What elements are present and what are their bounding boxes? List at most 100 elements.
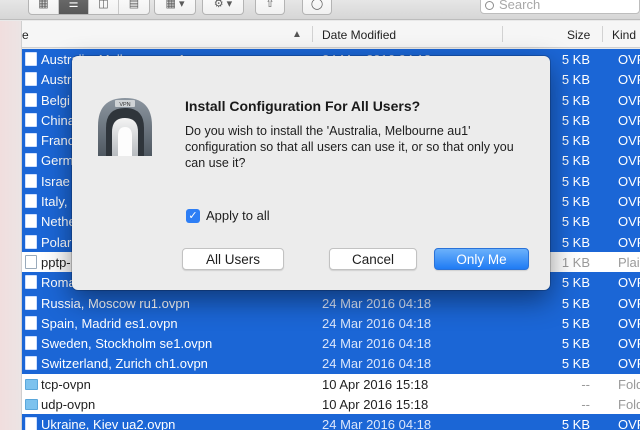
file-date: 24 Mar 2016 04:18 [322, 315, 432, 331]
column-header: e ▲ Date Modified Size Kind [22, 21, 640, 48]
folder-icon [25, 399, 38, 411]
file-row[interactable]: Switzerland, Zurich ch1.ovpn 24 Mar 2016 … [22, 353, 640, 374]
file-name: udp-ovpn [41, 397, 96, 413]
dialog-message: Do you wish to install the 'Australia, M… [185, 124, 514, 170]
file-size: 5 KB [561, 356, 590, 372]
file-kind: OVP [618, 194, 640, 210]
file-size: -- [581, 397, 590, 413]
file-name: Sweden, Stockholm se1.ovpn [41, 336, 213, 352]
document-icon [25, 336, 37, 351]
file-row[interactable]: Ukraine, Kiev ua2.ovpn 24 Mar 2016 04:18 5… [22, 414, 640, 430]
column-view-icon[interactable]: ◫ [89, 0, 119, 14]
sidebar-edge [0, 21, 22, 430]
column-divider [602, 26, 603, 42]
tags-button[interactable]: ◯ [302, 0, 332, 15]
action-gear-button[interactable]: ⚙ ▾ [202, 0, 244, 15]
file-kind: OVP [618, 173, 640, 189]
document-icon [25, 153, 37, 168]
document-icon [25, 112, 37, 127]
only-me-button[interactable]: Only Me [434, 248, 529, 270]
file-kind: OVP [618, 315, 640, 331]
file-kind: OVP [618, 214, 640, 230]
file-kind: OVP [618, 133, 640, 149]
file-name: tcp-ovpn [41, 376, 91, 392]
all-users-button[interactable]: All Users [182, 248, 284, 270]
document-icon [25, 52, 37, 66]
file-kind: OVP [618, 72, 640, 88]
cancel-button[interactable]: Cancel [329, 248, 417, 270]
share-icon: ⇧ [265, 0, 275, 10]
column-date-header[interactable]: Date Modified [322, 28, 396, 42]
search-icon [485, 1, 494, 10]
arrange-button[interactable]: ▦ ▾ [154, 0, 196, 15]
document-icon [25, 275, 37, 290]
view-mode-segmented-control[interactable]: ▦ ☰ ◫ ▤ [28, 0, 150, 15]
file-row[interactable]: Spain, Madrid es1.ovpn 24 Mar 2016 04:18 5… [22, 312, 640, 334]
file-row[interactable]: udp-ovpn 10 Apr 2016 15:18 -- Fold [22, 394, 640, 414]
document-icon [25, 214, 37, 229]
file-kind: OVP [618, 356, 640, 372]
gallery-view-icon[interactable]: ▤ [119, 0, 149, 14]
column-size-header[interactable]: Size [567, 28, 590, 42]
tag-icon: ◯ [310, 0, 324, 10]
file-kind: OVP [618, 153, 640, 169]
install-configuration-dialog: VPN Install Configuration For All Users?… [72, 56, 550, 290]
document-icon [25, 417, 37, 430]
file-name: Russia, Moscow ru1.ovpn [41, 295, 190, 311]
file-date: 10 Apr 2016 15:18 [322, 397, 429, 413]
column-name-header[interactable]: e [22, 28, 29, 42]
file-size: 5 KB [561, 417, 590, 430]
file-size: 5 KB [561, 295, 590, 311]
document-icon [25, 234, 37, 249]
column-divider [502, 26, 503, 42]
apply-to-all-label: Apply to all [206, 208, 270, 223]
file-size: -- [581, 376, 590, 392]
vpn-tunnel-icon: VPN [98, 98, 152, 156]
document-icon [25, 194, 37, 209]
document-icon [25, 72, 37, 87]
file-kind: OVP [618, 417, 640, 430]
file-kind: Fold [618, 397, 640, 413]
file-kind: OVP [618, 92, 640, 108]
search-field[interactable]: Search [480, 0, 640, 14]
file-name: Ukraine, Kiev ua2.ovpn [41, 417, 176, 430]
file-kind: OVP [618, 52, 640, 67]
file-row[interactable]: Russia, Moscow ru1.ovpn 24 Mar 2016 04:18… [22, 292, 640, 313]
document-icon [25, 295, 37, 310]
file-date: 24 Mar 2016 04:18 [322, 336, 432, 352]
file-date: 24 Mar 2016 04:18 [322, 417, 432, 430]
icon-view-icon[interactable]: ▦ [29, 0, 59, 14]
file-date: 24 Mar 2016 04:18 [322, 356, 432, 372]
document-icon [25, 254, 37, 269]
file-kind: OVP [618, 234, 640, 250]
file-date: 24 Mar 2016 04:18 [322, 295, 432, 311]
file-kind: OVP [618, 295, 640, 311]
vpn-icon-label: VPN [119, 102, 130, 108]
dialog-title: Install Configuration For All Users? [185, 98, 421, 114]
document-icon [25, 315, 37, 330]
apply-to-all-checkbox[interactable]: ✓ Apply to all [186, 208, 270, 223]
arrange-icon: ▦ ▾ [165, 0, 185, 10]
checkmark-icon[interactable]: ✓ [186, 208, 200, 223]
search-placeholder: Search [499, 0, 541, 12]
column-divider [312, 26, 313, 42]
share-button[interactable]: ⇧ [255, 0, 285, 15]
document-icon [25, 356, 37, 371]
file-name: Switzerland, Zurich ch1.ovpn [41, 356, 208, 372]
file-date: 10 Apr 2016 15:18 [322, 376, 429, 392]
document-icon [25, 173, 37, 188]
folder-icon [25, 378, 38, 390]
file-row[interactable]: Sweden, Stockholm se1.ovpn 24 Mar 2016 04… [22, 333, 640, 354]
file-kind: OVP [618, 336, 640, 352]
column-kind-header[interactable]: Kind [612, 28, 636, 42]
document-icon [25, 92, 37, 107]
file-kind: Fold [618, 376, 640, 392]
file-kind: OVP [618, 275, 640, 291]
file-row[interactable]: tcp-ovpn 10 Apr 2016 15:18 -- Fold [22, 374, 640, 394]
file-kind: Plai [618, 254, 640, 270]
document-icon [25, 133, 37, 148]
sort-chevron-up-icon[interactable]: ▲ [292, 29, 302, 40]
file-kind: OVP [618, 112, 640, 128]
gear-icon: ⚙ ▾ [213, 0, 233, 10]
list-view-icon[interactable]: ☰ [59, 0, 89, 14]
